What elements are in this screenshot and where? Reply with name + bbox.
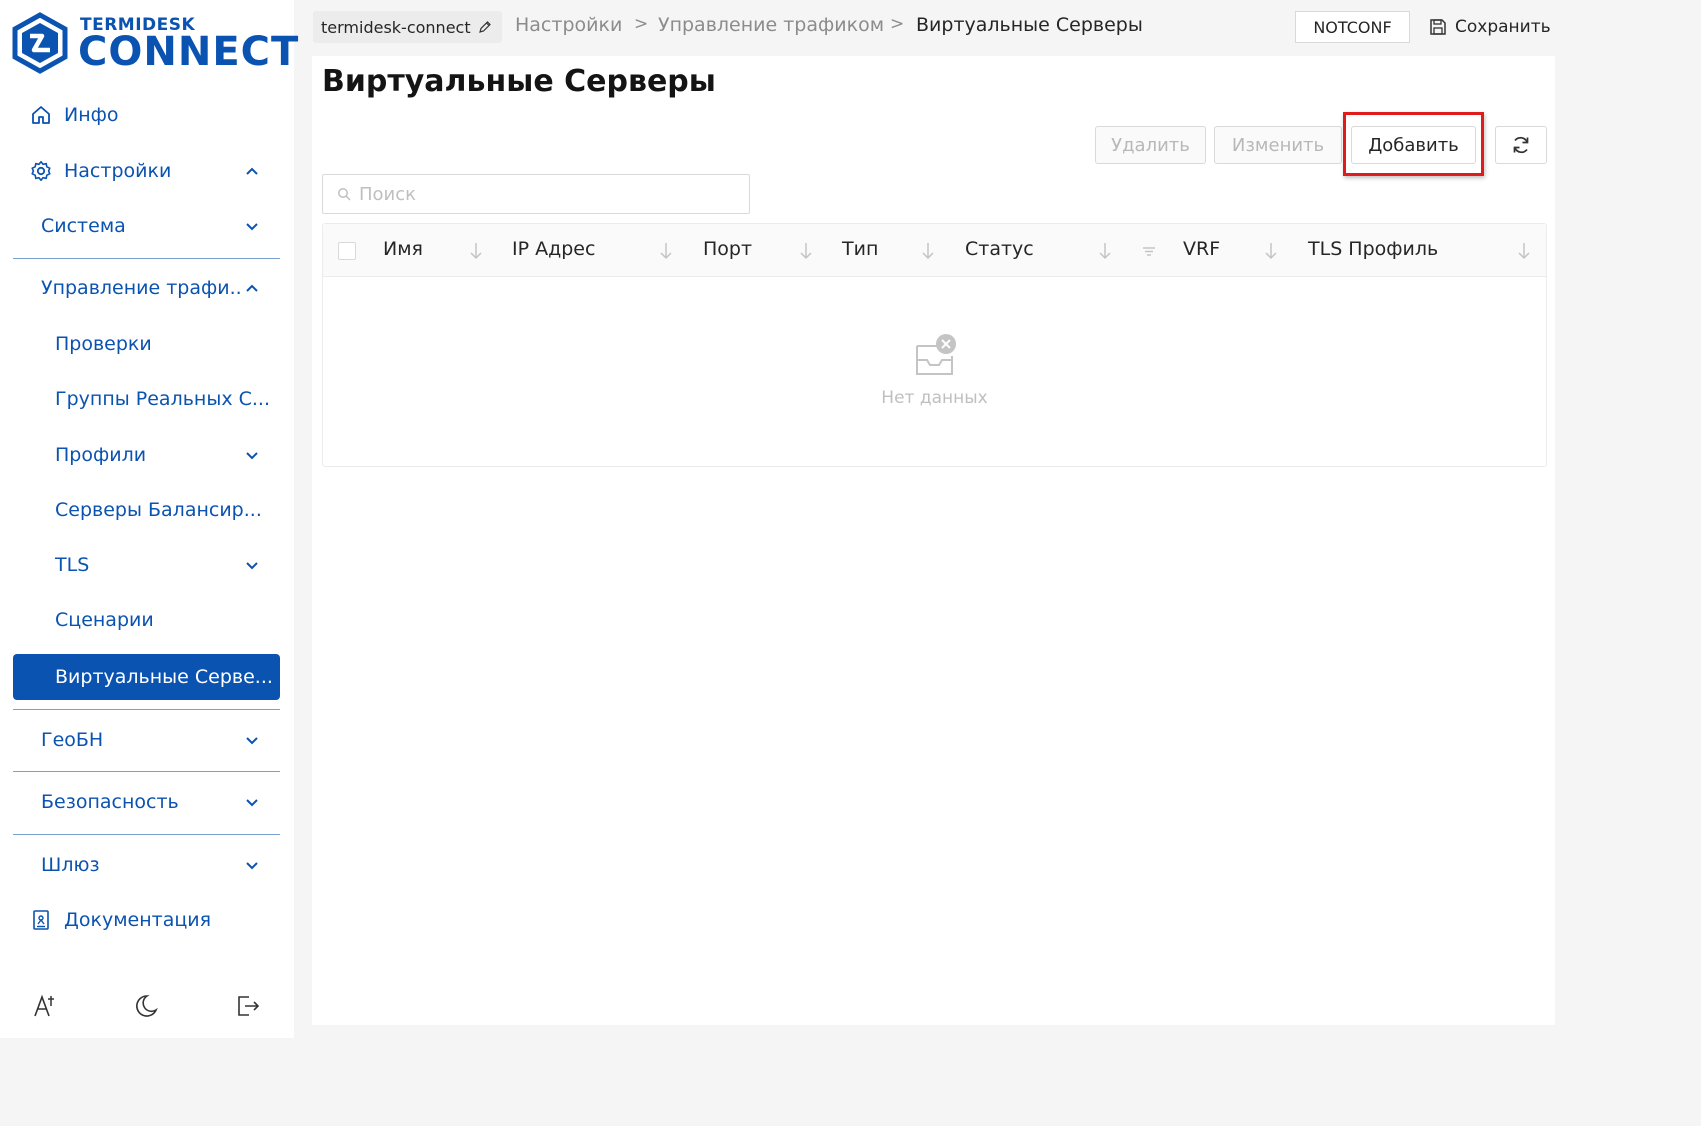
logo-hex-icon	[12, 12, 68, 74]
virtual-servers-table: Имя IP Адрес Порт Тип Статус VRF TLS Про…	[322, 223, 1547, 467]
sidebar-item-label: Серверы Балансир...	[55, 499, 262, 521]
column-header-ip-address[interactable]: IP Адрес	[512, 238, 595, 260]
save-icon	[1430, 19, 1446, 35]
search-icon	[338, 188, 351, 201]
sidebar-item-label: Система	[41, 215, 126, 237]
sidebar-item-label: ГеоБН	[41, 729, 104, 751]
sort-arrow-icon[interactable]	[1264, 241, 1278, 261]
breadcrumb-separator: >	[890, 14, 905, 34]
save-label: Сохранить	[1455, 17, 1551, 37]
sidebar-item-label: Настройки	[64, 160, 172, 182]
pencil-icon	[478, 21, 491, 33]
select-all-checkbox[interactable]	[338, 242, 356, 260]
config-status-button[interactable]: NOTCONF	[1295, 11, 1410, 43]
sidebar-item-virtual-servers[interactable]: Виртуальные Серве...	[13, 654, 280, 700]
page-title: Виртуальные Серверы	[322, 64, 716, 99]
sidebar-item-checks[interactable]: Проверки	[13, 321, 280, 367]
sidebar-item-balancing-servers[interactable]: Серверы Балансир...	[13, 487, 280, 533]
sidebar-item-documentation[interactable]: Документация	[13, 897, 280, 943]
chevron-up-icon	[242, 161, 262, 181]
font-size-icon[interactable]	[29, 990, 61, 1022]
table-header: Имя IP Адрес Порт Тип Статус VRF TLS Про…	[323, 224, 1546, 277]
empty-state-text: Нет данных	[881, 388, 988, 408]
chevron-up-icon	[242, 278, 262, 298]
sidebar-item-label: Управление трафи...	[41, 277, 242, 299]
sidebar-item-label: Инфо	[64, 104, 119, 126]
column-header-vrf[interactable]: VRF	[1183, 238, 1220, 260]
add-button[interactable]: Добавить	[1351, 126, 1476, 164]
sidebar-item-settings[interactable]: Настройки	[13, 148, 280, 194]
column-header-tls-profile[interactable]: TLS Профиль	[1308, 238, 1438, 260]
delete-button[interactable]: Удалить	[1095, 126, 1206, 164]
sidebar-item-traffic-management[interactable]: Управление трафи...	[13, 265, 280, 311]
sidebar-item-security[interactable]: Безопасность	[13, 779, 280, 825]
dark-mode-icon[interactable]	[130, 990, 162, 1022]
sort-arrow-icon[interactable]	[469, 241, 483, 261]
sidebar-item-tls[interactable]: TLS	[13, 542, 280, 588]
column-header-type[interactable]: Тип	[842, 238, 878, 260]
sidebar-divider	[13, 709, 280, 710]
sidebar-divider	[13, 771, 280, 772]
sidebar-item-label: Проверки	[55, 333, 152, 355]
gear-icon	[28, 158, 54, 184]
column-header-status[interactable]: Статус	[965, 238, 1034, 260]
sidebar-divider	[13, 834, 280, 835]
sidebar-item-label: Группы Реальных С...	[55, 388, 271, 410]
sidebar-item-label: Документация	[64, 909, 212, 931]
filter-icon[interactable]	[1142, 241, 1156, 261]
sidebar-item-label: Сценарии	[55, 609, 154, 631]
refresh-button[interactable]	[1495, 126, 1547, 164]
brand-name-main: CONNECT	[78, 29, 300, 75]
search-input[interactable]	[359, 183, 739, 205]
termidesk-connect-logo[interactable]: TERMIDESK CONNECT	[12, 12, 298, 75]
sidebar-item-system[interactable]: Система	[13, 203, 280, 249]
sort-arrow-icon[interactable]	[659, 241, 673, 261]
save-button[interactable]: Сохранить	[1429, 11, 1551, 43]
search-box[interactable]	[322, 174, 750, 214]
column-header-port[interactable]: Порт	[703, 238, 752, 260]
sidebar: TERMIDESK CONNECT Инфо Настройки Система…	[0, 0, 298, 1038]
sidebar-item-scenarios[interactable]: Сценарии	[13, 597, 280, 643]
sidebar-item-label: Профили	[55, 444, 147, 466]
main-content: Виртуальные Серверы Удалить Изменить Доб…	[312, 56, 1555, 1025]
sidebar-item-real-server-groups[interactable]: Группы Реальных С...	[13, 376, 280, 422]
sidebar-item-gateway[interactable]: Шлюз	[13, 842, 280, 888]
project-name: termidesk-connect	[321, 17, 471, 37]
sidebar-item-info[interactable]: Инфо	[13, 92, 280, 138]
sidebar-item-label: Виртуальные Серве...	[55, 666, 273, 688]
documentation-icon	[28, 907, 54, 933]
chevron-down-icon	[242, 730, 262, 750]
logout-icon[interactable]	[232, 990, 264, 1022]
sidebar-item-label: Шлюз	[41, 854, 100, 876]
breadcrumb-virtual-servers: Виртуальные Серверы	[916, 14, 1143, 36]
breadcrumb-settings[interactable]: Настройки	[515, 14, 622, 36]
project-name-chip[interactable]: termidesk-connect	[313, 11, 502, 43]
chevron-down-icon	[242, 555, 262, 575]
empty-inbox-icon	[916, 334, 956, 375]
refresh-icon	[1513, 136, 1529, 154]
chevron-down-icon	[242, 855, 262, 875]
sidebar-item-geobn[interactable]: ГеоБН	[13, 717, 280, 763]
sidebar-item-label: Безопасность	[41, 791, 179, 813]
chevron-down-icon	[242, 792, 262, 812]
sidebar-divider	[13, 258, 280, 259]
sidebar-item-profiles[interactable]: Профили	[13, 432, 280, 478]
sidebar-item-label: TLS	[55, 554, 90, 576]
home-icon	[28, 102, 54, 128]
top-header: termidesk-connect Настройки > Управление…	[294, 0, 1568, 55]
sort-arrow-icon[interactable]	[1517, 241, 1531, 261]
column-header-name[interactable]: Имя	[383, 238, 423, 260]
breadcrumb-traffic-management[interactable]: Управление трафиком	[658, 14, 884, 36]
sort-arrow-icon[interactable]	[799, 241, 813, 261]
edit-button[interactable]: Изменить	[1214, 126, 1342, 164]
breadcrumb-separator: >	[634, 14, 649, 34]
chevron-down-icon	[242, 216, 262, 236]
sort-arrow-icon[interactable]	[921, 241, 935, 261]
chevron-down-icon	[242, 445, 262, 465]
sort-arrow-icon[interactable]	[1098, 241, 1112, 261]
